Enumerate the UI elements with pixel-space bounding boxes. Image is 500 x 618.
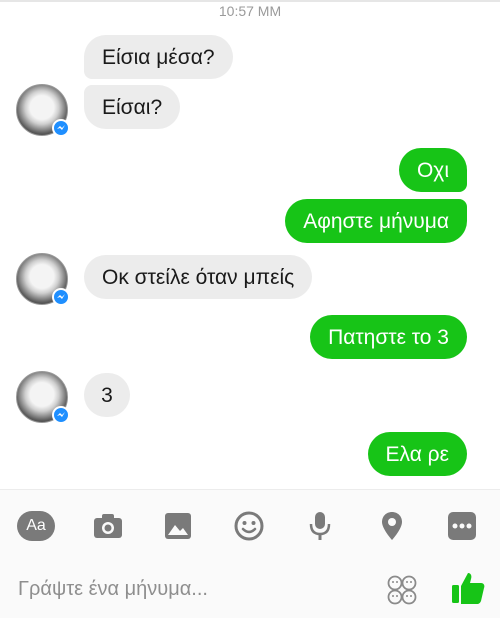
avatar[interactable] — [16, 371, 70, 424]
message-bubble-incoming[interactable]: Είσαι? — [84, 85, 181, 129]
message-bubble-outgoing[interactable]: Ελα ρε — [367, 432, 467, 476]
thumbs-up-icon[interactable] — [450, 570, 486, 606]
text-style-icon[interactable]: Aa — [16, 506, 56, 546]
message-input[interactable]: Γράψτε ένα μήνυμα... — [18, 578, 208, 601]
message-bubble-outgoing[interactable]: Οχι — [398, 148, 467, 192]
emoji-icon[interactable] — [229, 506, 269, 546]
messenger-badge-icon — [52, 119, 70, 137]
message-bubble-incoming[interactable]: Οκ στείλε όταν μπείς — [84, 255, 313, 299]
messenger-badge-icon — [52, 288, 70, 306]
more-icon[interactable] — [442, 506, 482, 546]
text-style-label: Aa — [17, 511, 55, 541]
message-bubble-outgoing[interactable]: Αφηστε μήνυμα — [285, 199, 467, 243]
camera-icon[interactable] — [88, 506, 128, 546]
microphone-icon[interactable] — [300, 506, 340, 546]
message-bubble-outgoing[interactable]: Πατηστε το 3 — [310, 315, 467, 359]
messenger-badge-icon — [52, 406, 70, 424]
sticker-icon[interactable] — [386, 574, 418, 606]
composer-bar: Aa Γράψτε ένα μήνυμα... — [0, 489, 500, 618]
avatar[interactable] — [16, 84, 70, 137]
top-divider — [0, 0, 500, 2]
location-icon[interactable] — [372, 506, 412, 546]
gallery-icon[interactable] — [158, 506, 198, 546]
message-timestamp: 10:57 MM — [218, 3, 282, 19]
avatar[interactable] — [16, 253, 70, 306]
message-bubble-incoming[interactable]: 3 — [84, 373, 130, 417]
message-bubble-incoming[interactable]: Είσια μέσα? — [84, 35, 233, 79]
